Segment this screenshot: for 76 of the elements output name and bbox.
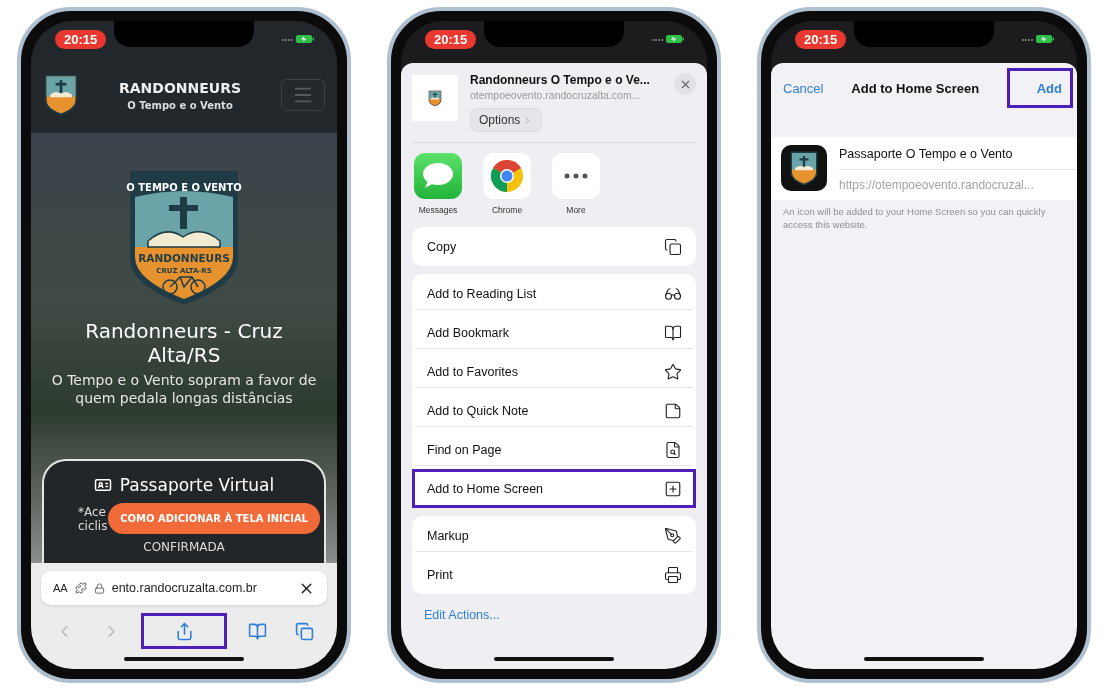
add-button[interactable]: Add	[1007, 68, 1073, 108]
info-note: An icon will be added to your Home Screen so you can quickly access this website.	[783, 206, 1047, 232]
app-label: Chrome	[491, 205, 523, 215]
tabs-icon	[294, 621, 314, 641]
passport-icon	[93, 476, 112, 494]
battery-icon	[281, 34, 315, 44]
card-status: CONFIRMADA	[143, 539, 225, 554]
share-app[interactable]: Messages	[414, 153, 462, 215]
options-button[interactable]: Options	[470, 108, 543, 132]
logo-text: O TEMPO E O VENTO	[126, 182, 242, 193]
printer-icon	[664, 565, 682, 584]
copy-icon	[664, 237, 682, 256]
battery-icon	[651, 34, 685, 44]
shield-logo-icon	[789, 150, 819, 186]
cancel-button[interactable]: Cancel	[783, 80, 824, 96]
action-row[interactable]: Add to Favorites	[412, 352, 696, 391]
share-app[interactable]: Chrome	[483, 153, 531, 215]
chrome-app-icon	[483, 153, 531, 199]
extension-icon[interactable]	[74, 582, 87, 594]
app-label: Messages	[418, 205, 458, 215]
action-row[interactable]: Add to Quick Note	[412, 391, 696, 430]
app-label: More	[566, 205, 586, 215]
app-url: https://otempoeovento.randocruzal...	[839, 177, 1035, 192]
action-row[interactable]: Markup	[412, 516, 696, 555]
hero-subtitle: O Tempo e o Vento sopram a favor de quem pedala longas distâncias	[50, 371, 318, 408]
site-title: RANDONNEURS	[118, 79, 242, 96]
note-icon	[664, 401, 682, 420]
share-icon	[174, 621, 194, 641]
close-button[interactable]	[674, 73, 696, 95]
action-row[interactable]: Add Bookmark	[412, 313, 696, 352]
logo-text: RANDONNEURS	[138, 252, 230, 264]
card-text: *Ace	[78, 505, 106, 520]
status-time: 20:15	[795, 29, 847, 49]
book-icon	[664, 323, 682, 342]
text-size-button[interactable]: AA	[53, 582, 68, 594]
star-icon	[664, 362, 682, 381]
action-row[interactable]: Print	[412, 555, 696, 594]
action-label: Markup	[427, 528, 469, 543]
menu-button[interactable]	[281, 79, 325, 111]
site-logo	[43, 73, 79, 117]
action-row[interactable]: Find on Page	[412, 430, 696, 469]
hero-title: Randonneurs - Cruz Alta/RS	[84, 319, 284, 367]
action-row[interactable]: Add to Reading List	[412, 274, 696, 313]
action-row[interactable]: Copy	[412, 227, 696, 266]
site-subtitle: O Tempo e o Vento	[127, 99, 233, 111]
url-text: ento.randocruzalta.com.br	[111, 581, 258, 595]
share-button[interactable]	[141, 613, 227, 649]
address-bar[interactable]: AA ento.randocruzalta.com.br	[41, 571, 327, 605]
more-icon	[552, 153, 600, 199]
action-label: Add to Home Screen	[427, 481, 544, 496]
document-search-icon	[664, 440, 682, 459]
status-time: 20:15	[55, 29, 107, 49]
page-title: Randonneurs O Tempo e o Ve...	[470, 73, 651, 87]
card-text: ciclis	[78, 519, 108, 534]
status-time: 20:15	[425, 29, 477, 49]
action-label: Print	[427, 567, 453, 582]
action-label: Add to Quick Note	[427, 403, 529, 418]
edit-actions-link[interactable]: Edit Actions...	[424, 608, 696, 622]
action-label: Copy	[427, 239, 457, 254]
action-label: Find on Page	[427, 442, 502, 457]
lock-icon	[93, 582, 105, 594]
action-label: Add Bookmark	[427, 325, 509, 340]
site-logo	[428, 89, 442, 107]
plus-square-icon	[664, 479, 682, 498]
card-title: Passaporte Virtual	[119, 475, 275, 495]
sheet-title: Add to Home Screen	[851, 80, 980, 96]
battery-icon	[1021, 34, 1055, 44]
share-app[interactable]: More	[552, 153, 600, 215]
book-icon	[247, 621, 267, 641]
messages-app-icon	[414, 153, 462, 199]
action-label: Add to Favorites	[427, 364, 518, 379]
app-name-field[interactable]: Passaporte O Tempo e o Vento	[839, 145, 1077, 170]
action-label: Add to Reading List	[427, 286, 537, 301]
action-row[interactable]: Add to Home Screen	[412, 469, 696, 508]
pen-icon	[664, 526, 682, 545]
page-url: otempoeovento.randocruzalta.com...	[470, 89, 642, 101]
